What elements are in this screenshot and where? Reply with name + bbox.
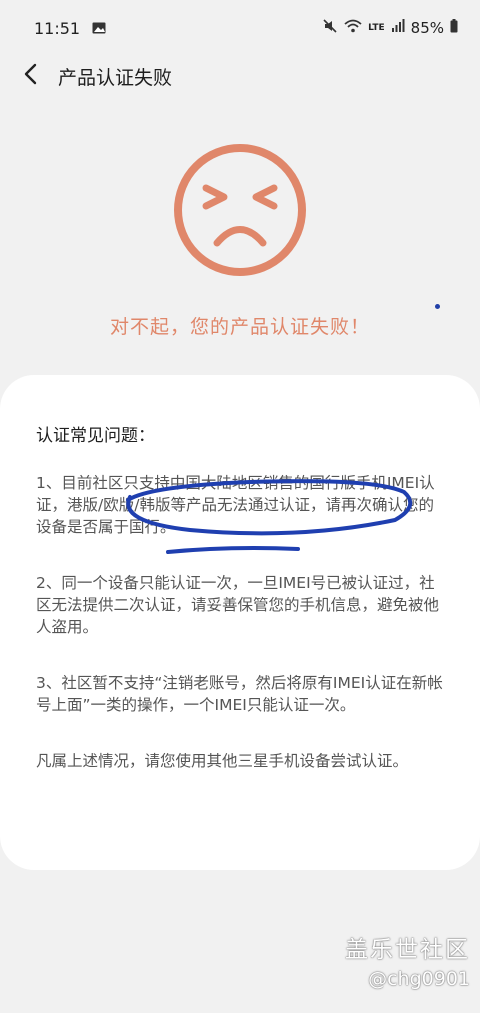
signal-icon (391, 19, 405, 37)
faq-item: 1、目前社区只支持中国大陆地区销售的国行版手机IMEI认证，港版/欧版/韩版等产… (36, 474, 435, 536)
annotation-dot (435, 304, 440, 309)
faq-card: 认证常见问题： 1、目前社区只支持中国大陆地区销售的国行版手机IMEI认证，港版… (0, 375, 480, 870)
status-time: 11:51 (34, 18, 81, 38)
page-title: 产品认证失败 (58, 66, 173, 89)
faq-item: 凡属上述情况，请您使用其他三星手机设备尝试认证。 (36, 752, 409, 770)
chevron-left-icon (22, 63, 38, 89)
mute-icon (322, 18, 338, 38)
watermark-user: @chg0901 (368, 968, 470, 990)
battery-percent: 85% (410, 19, 444, 37)
failure-message: 对不起，您的产品认证失败！ (109, 316, 370, 338)
sad-face-icon (170, 140, 310, 280)
network-type: LTE (368, 22, 385, 33)
faq-item: 2、同一个设备只能认证一次，一旦IMEI号已被认证过，社区无法提供二次认证，请妥… (36, 574, 440, 636)
battery-icon (450, 19, 458, 37)
wifi-icon (344, 19, 362, 37)
gallery-icon (92, 19, 106, 38)
status-bar: 11:51 LTE 85% (0, 0, 480, 56)
watermark: 盖乐世社区 @chg0901 (345, 930, 470, 990)
faq-item: 3、社区暂不支持“注销老账号，然后将原有IMEI认证在新帐号上面”一类的操作，一… (36, 674, 443, 714)
app-header: 产品认证失败 (0, 56, 480, 96)
watermark-brand: 盖乐世社区 (345, 937, 470, 963)
faq-title: 认证常见问题： (36, 426, 155, 446)
back-button[interactable] (10, 56, 50, 96)
